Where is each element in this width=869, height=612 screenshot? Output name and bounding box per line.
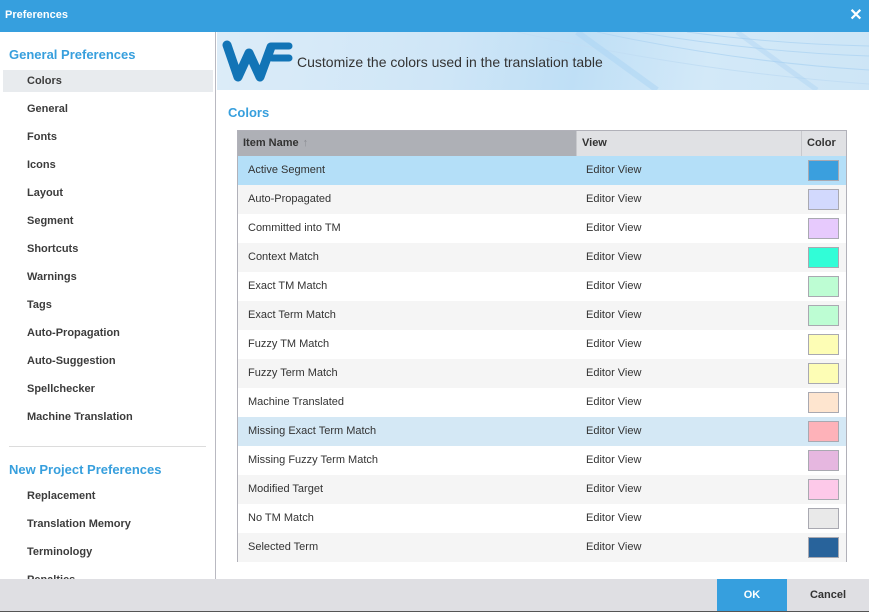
title-bar: Preferences ✕ <box>0 0 869 32</box>
item-name-cell: Fuzzy Term Match <box>248 367 338 379</box>
color-swatch[interactable] <box>808 479 839 500</box>
sidebar-item-replacement[interactable]: Replacement <box>3 485 213 507</box>
view-cell: Editor View <box>586 309 642 321</box>
color-swatch[interactable] <box>808 508 839 529</box>
general-preferences-title: General Preferences <box>9 47 136 62</box>
color-swatch[interactable] <box>808 218 839 239</box>
banner-subtitle: Customize the colors used in the transla… <box>297 54 603 70</box>
table-row[interactable]: Auto-Propagated Editor View <box>238 185 846 214</box>
item-name-cell: Auto-Propagated <box>248 193 332 205</box>
color-swatch[interactable] <box>808 305 839 326</box>
color-swatch[interactable] <box>808 537 839 558</box>
sidebar-item-colors[interactable]: Colors <box>3 70 213 92</box>
item-name-cell: Selected Term <box>248 541 319 553</box>
item-name-cell: Machine Translated <box>248 396 344 408</box>
column-header-label: Item Name <box>243 137 299 149</box>
sidebar-item-spellchecker[interactable]: Spellchecker <box>3 378 213 400</box>
view-cell: Editor View <box>586 338 642 350</box>
sidebar-divider <box>9 446 206 447</box>
sidebar-item-layout[interactable]: Layout <box>3 182 213 204</box>
view-cell: Editor View <box>586 193 642 205</box>
table-row[interactable]: No TM Match Editor View <box>238 504 846 533</box>
close-icon[interactable]: ✕ <box>849 6 863 26</box>
item-name-cell: Exact TM Match <box>248 280 328 292</box>
color-swatch[interactable] <box>808 189 839 210</box>
table-header: Item Name ↑ View Color <box>238 131 846 156</box>
colors-table: Item Name ↑ View Color Active Segment Edit… <box>237 130 847 562</box>
sidebar-item-general[interactable]: General <box>3 98 213 120</box>
ok-button[interactable]: OK <box>717 579 787 611</box>
color-swatch[interactable] <box>808 160 839 181</box>
header-banner: Customize the colors used in the transla… <box>217 32 869 90</box>
view-cell: Editor View <box>586 483 642 495</box>
view-cell: Editor View <box>586 541 642 553</box>
item-name-cell: Context Match <box>248 251 319 263</box>
view-cell: Editor View <box>586 280 642 292</box>
dialog-footer: OK Cancel <box>0 579 869 612</box>
view-cell: Editor View <box>586 251 642 263</box>
wordfast-logo <box>222 40 293 82</box>
view-cell: Editor View <box>586 222 642 234</box>
color-swatch[interactable] <box>808 421 839 442</box>
item-name-cell: Missing Fuzzy Term Match <box>248 454 378 466</box>
table-row[interactable]: Fuzzy TM Match Editor View <box>238 330 846 359</box>
table-row[interactable]: Context Match Editor View <box>238 243 846 272</box>
sidebar-item-auto-suggestion[interactable]: Auto-Suggestion <box>3 350 213 372</box>
view-cell: Editor View <box>586 367 642 379</box>
sidebar-item-translation-memory[interactable]: Translation Memory <box>3 513 213 535</box>
sidebar-item-segment[interactable]: Segment <box>3 210 213 232</box>
column-header-item-name[interactable]: Item Name ↑ <box>238 131 576 156</box>
sidebar-item-machine-translation[interactable]: Machine Translation <box>3 406 213 428</box>
color-swatch[interactable] <box>808 334 839 355</box>
table-row[interactable]: Exact TM Match Editor View <box>238 272 846 301</box>
view-cell: Editor View <box>586 512 642 524</box>
item-name-cell: No TM Match <box>248 512 314 524</box>
view-cell: Editor View <box>586 425 642 437</box>
sidebar-item-tags[interactable]: Tags <box>3 294 213 316</box>
color-swatch[interactable] <box>808 247 839 268</box>
table-row[interactable]: Fuzzy Term Match Editor View <box>238 359 846 388</box>
sidebar-item-shortcuts[interactable]: Shortcuts <box>3 238 213 260</box>
item-name-cell: Missing Exact Term Match <box>248 425 377 437</box>
color-swatch[interactable] <box>808 363 839 384</box>
table-row[interactable]: Modified Target Editor View <box>238 475 846 504</box>
item-name-cell: Exact Term Match <box>248 309 336 321</box>
table-row[interactable]: Exact Term Match Editor View <box>238 301 846 330</box>
table-row[interactable]: Committed into TM Editor View <box>238 214 846 243</box>
item-name-cell: Committed into TM <box>248 222 341 234</box>
sidebar-item-penalties[interactable]: Penalties <box>3 569 213 579</box>
sidebar-item-auto-propagation[interactable]: Auto-Propagation <box>3 322 213 344</box>
sidebar-item-terminology[interactable]: Terminology <box>3 541 213 563</box>
color-swatch[interactable] <box>808 392 839 413</box>
item-name-cell: Modified Target <box>248 483 324 495</box>
sidebar-item-warnings[interactable]: Warnings <box>3 266 213 288</box>
view-cell: Editor View <box>586 396 642 408</box>
sidebar-item-icons[interactable]: Icons <box>3 154 213 176</box>
view-cell: Editor View <box>586 164 642 176</box>
column-header-view[interactable]: View <box>576 131 801 156</box>
color-swatch[interactable] <box>808 450 839 471</box>
item-name-cell: Fuzzy TM Match <box>248 338 330 350</box>
section-title: Colors <box>228 105 270 120</box>
table-row[interactable]: Active Segment Editor View <box>238 156 846 185</box>
table-row[interactable]: Missing Fuzzy Term Match Editor View <box>238 446 846 475</box>
window-title: Preferences <box>5 9 68 21</box>
view-cell: Editor View <box>586 454 642 466</box>
cancel-button[interactable]: Cancel <box>787 579 869 611</box>
new-project-preferences-title: New Project Preferences <box>9 462 162 477</box>
table-row[interactable]: Selected Term Editor View <box>238 533 846 562</box>
sidebar: General Preferences New Project Preferen… <box>0 32 216 579</box>
color-swatch[interactable] <box>808 276 839 297</box>
column-header-color[interactable]: Color <box>801 131 846 156</box>
item-name-cell: Active Segment <box>248 164 326 176</box>
sort-ascending-icon: ↑ <box>302 137 309 149</box>
sidebar-item-fonts[interactable]: Fonts <box>3 126 213 148</box>
table-row[interactable]: Missing Exact Term Match Editor View <box>238 417 846 446</box>
table-row[interactable]: Machine Translated Editor View <box>238 388 846 417</box>
